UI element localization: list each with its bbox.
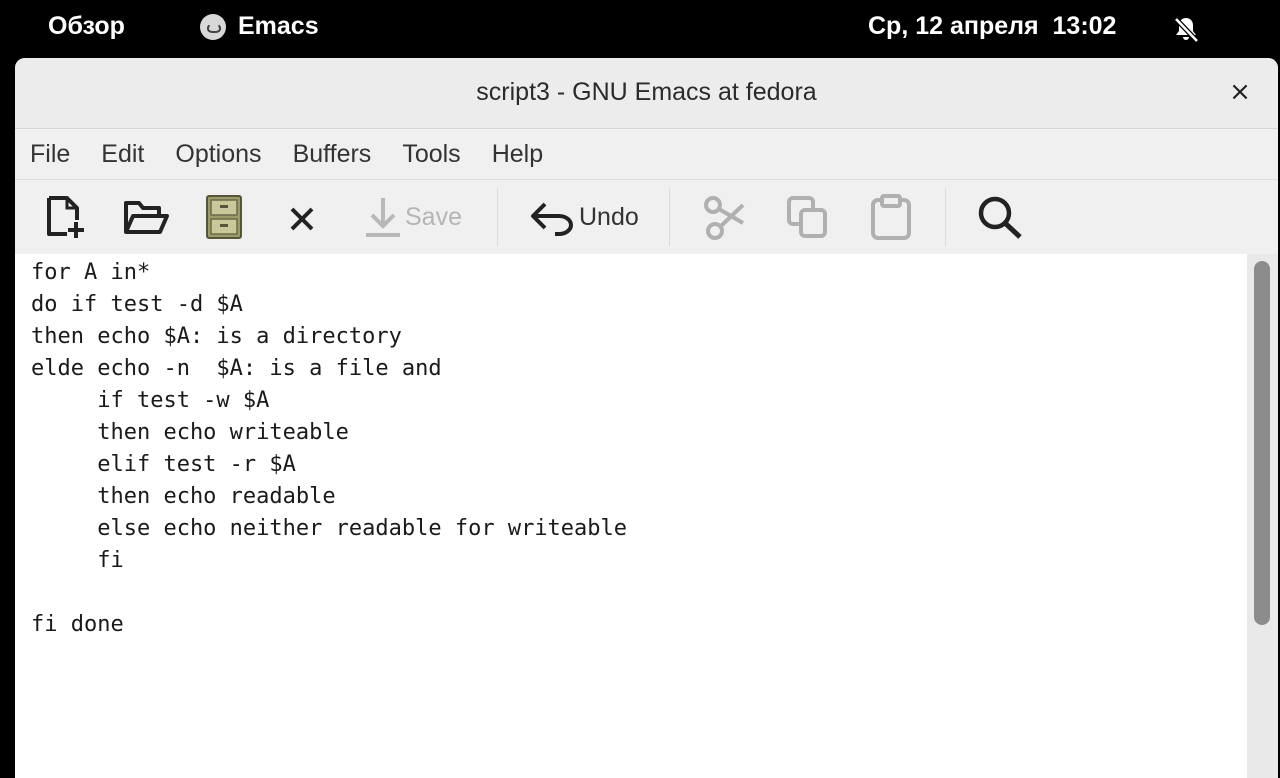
new-file-button[interactable] <box>41 192 87 242</box>
search-icon <box>978 196 1022 239</box>
vertical-scrollbar[interactable] <box>1247 254 1278 778</box>
search-button[interactable] <box>975 192 1025 242</box>
menu-edit[interactable]: Edit <box>101 140 144 169</box>
app-menu-label: Emacs <box>238 12 319 40</box>
code-line[interactable]: then echo readable <box>31 481 627 513</box>
menu-file[interactable]: File <box>30 140 70 169</box>
close-window-button[interactable]: × <box>1224 76 1256 108</box>
emacs-app-icon <box>200 13 226 40</box>
code-text: for A in* do if test -d $A then echo $A:… <box>31 257 627 641</box>
editor-buffer[interactable]: for A in* do if test -d $A then echo $A:… <box>15 254 1247 778</box>
undo-button[interactable]: Undo <box>527 192 639 242</box>
code-line[interactable]: then echo writeable <box>31 417 627 449</box>
close-buffer-button[interactable] <box>285 192 319 242</box>
copy-button[interactable] <box>785 192 831 242</box>
code-line[interactable]: fi <box>31 545 627 577</box>
code-line[interactable]: else echo neither readable for writeable <box>31 513 627 545</box>
close-buffer-icon <box>290 207 314 231</box>
copy-icon <box>787 196 827 238</box>
code-line[interactable]: elif test -r $A <box>31 449 627 481</box>
window-title: script3 - GNU Emacs at fedora <box>476 78 817 106</box>
title-bar[interactable]: script3 - GNU Emacs at fedora × <box>15 58 1278 129</box>
code-line[interactable]: then echo $A: is a directory <box>31 321 627 353</box>
paste-icon <box>871 194 911 240</box>
toolbar-separator <box>669 188 670 246</box>
save-label: Save <box>405 202 462 231</box>
cut-button[interactable] <box>701 192 747 242</box>
activities-button[interactable]: Обзор <box>48 12 125 41</box>
code-line[interactable]: fi done <box>31 609 627 641</box>
app-menu[interactable]: Emacs <box>200 12 319 41</box>
save-button[interactable]: Save <box>363 192 462 242</box>
paste-button[interactable] <box>869 192 913 242</box>
tool-bar: Save Undo <box>15 180 1278 254</box>
menu-help[interactable]: Help <box>492 140 543 169</box>
toolbar-separator <box>497 188 498 246</box>
cut-icon <box>704 196 745 240</box>
toolbar-separator <box>945 188 946 246</box>
emacs-window: script3 - GNU Emacs at fedora × File Edi… <box>15 58 1278 778</box>
open-file-button[interactable] <box>121 192 171 242</box>
clock[interactable]: Ср, 12 апреля 13:02 <box>868 12 1116 41</box>
undo-label: Undo <box>579 202 639 231</box>
gnome-top-bar: Обзор Emacs Ср, 12 апреля 13:02 <box>0 0 1280 57</box>
new-file-icon <box>47 196 84 238</box>
menu-bar: File Edit Options Buffers Tools Help <box>15 129 1278 180</box>
code-line[interactable]: elde echo -n $A: is a file and <box>31 353 627 385</box>
scrollbar-thumb[interactable] <box>1254 261 1270 625</box>
dired-button[interactable] <box>203 192 245 242</box>
menu-tools[interactable]: Tools <box>402 140 460 169</box>
dired-cabinet-icon <box>206 195 242 239</box>
menu-options[interactable]: Options <box>175 140 261 169</box>
menu-buffers[interactable]: Buffers <box>293 140 372 169</box>
open-folder-icon <box>124 201 169 234</box>
code-line[interactable]: do if test -d $A <box>31 289 627 321</box>
code-line[interactable]: for A in* <box>31 257 627 289</box>
notifications-disabled-icon[interactable] <box>1170 14 1202 46</box>
undo-icon <box>531 202 573 236</box>
code-line[interactable] <box>31 577 627 609</box>
save-icon <box>366 198 400 237</box>
code-line[interactable]: if test -w $A <box>31 385 627 417</box>
